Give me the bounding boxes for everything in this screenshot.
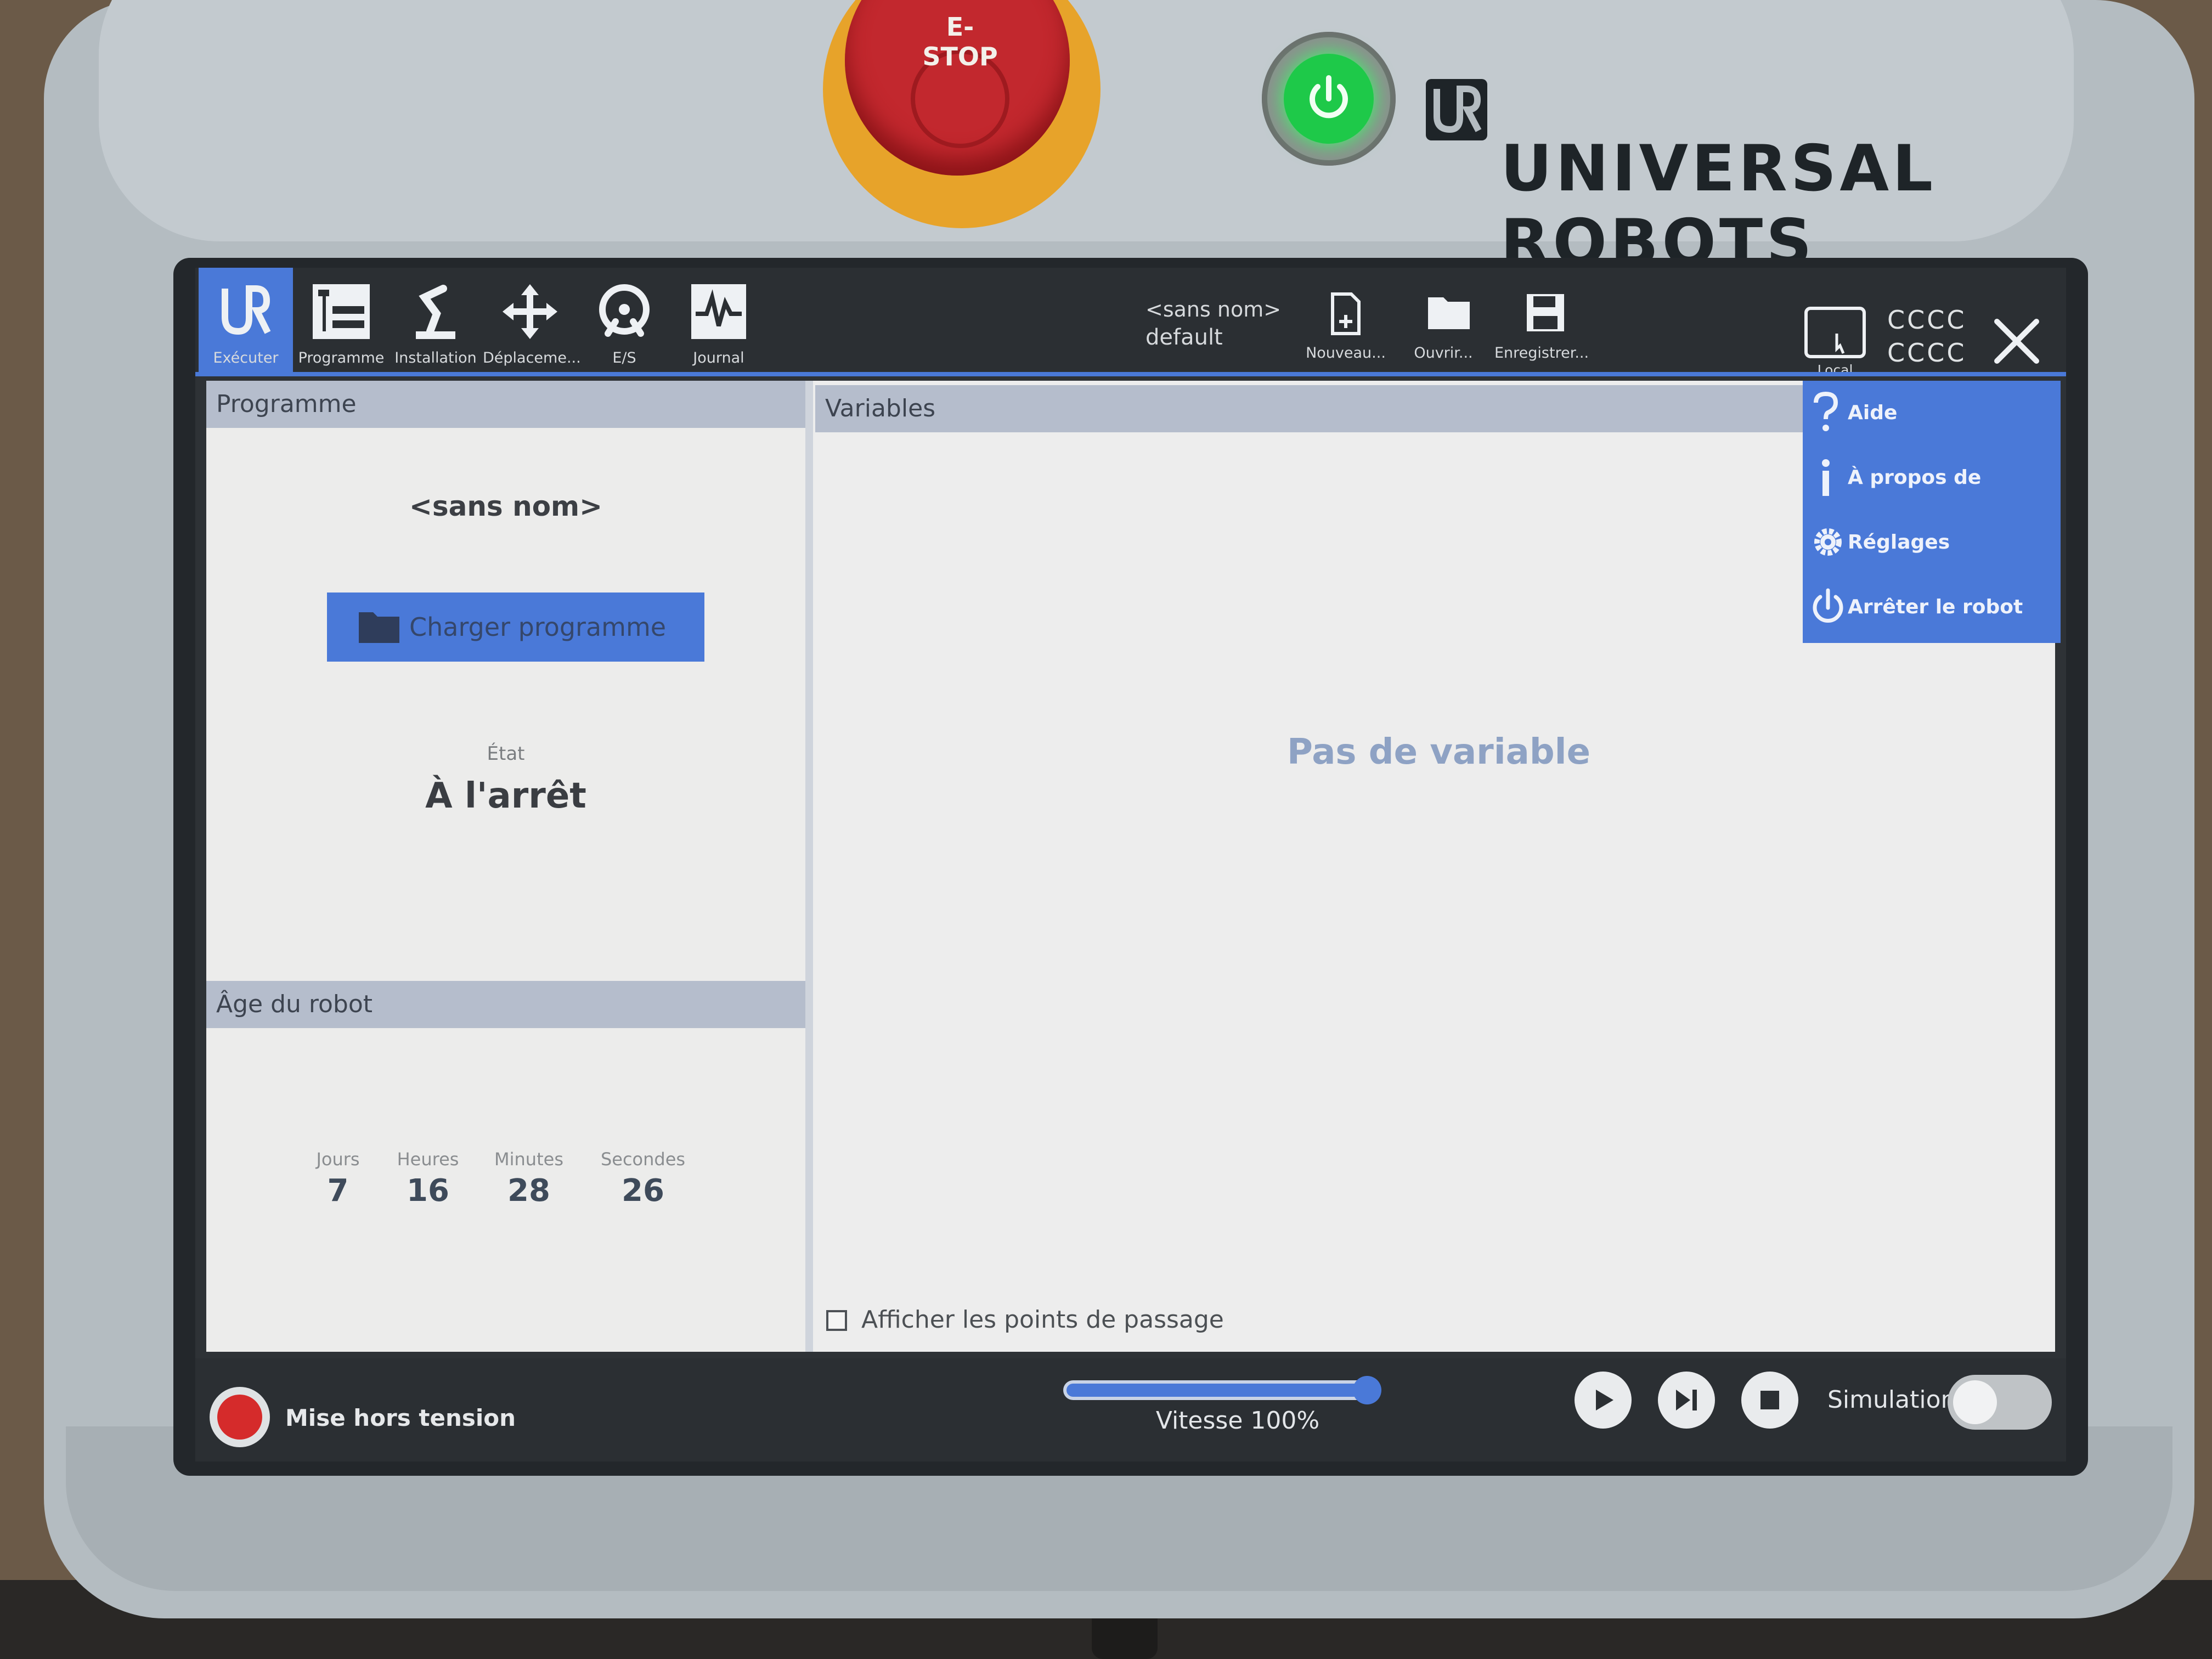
power-off-label: Mise hors tension [285, 1404, 516, 1431]
status-code-line1: CCCC [1887, 305, 1967, 335]
new-file-button[interactable]: Nouveau... [1299, 268, 1392, 372]
age-seconds-value: 26 [622, 1173, 664, 1209]
load-program-button[interactable]: Charger programme [327, 592, 704, 662]
menu-item-settings[interactable]: Réglages [1803, 510, 2061, 574]
simulation-toggle-knob [1953, 1380, 1997, 1424]
tab-label: Installation [394, 349, 477, 366]
main-content: Programme <sans nom> Charger programme É… [206, 381, 2055, 1352]
menu-label: Aide [1848, 402, 1898, 424]
simulation-label: Simulation [1827, 1386, 1956, 1414]
speed-label: Vitesse 100% [1155, 1407, 1320, 1435]
show-waypoints-label: Afficher les points de passage [861, 1306, 1224, 1334]
menu-label: Arrêter le robot [1848, 596, 2023, 618]
program-panel: Programme <sans nom> Charger programme É… [206, 381, 805, 1352]
io-icon [599, 284, 650, 337]
save-file-label: Enregistrer... [1494, 345, 1589, 362]
stop-icon [1760, 1391, 1779, 1409]
speed-slider-fill [1066, 1384, 1367, 1397]
folder-icon [359, 612, 399, 643]
robot-arm-icon [416, 285, 455, 339]
tab-executer[interactable]: Exécuter [199, 268, 293, 372]
program-panel-header: Programme [206, 381, 805, 428]
robot-age-header: Âge du robot [206, 981, 805, 1028]
menu-item-shutdown[interactable]: Arrêter le robot [1803, 575, 2061, 639]
touch-screen: Exécuter Programme Installation Déplacem… [195, 268, 2066, 1462]
age-hours: Heures 16 [373, 1149, 483, 1209]
age-hours-value: 16 [407, 1173, 449, 1209]
age-seconds-label: Secondes [600, 1149, 686, 1170]
speed-slider-handle[interactable] [1353, 1376, 1381, 1404]
tab-label: Journal [693, 349, 744, 366]
close-icon[interactable] [1989, 314, 2044, 369]
menu-label: Réglages [1848, 531, 1950, 554]
bottom-bar: Mise hors tension Vitesse 100% Simulatio… [195, 1358, 2066, 1462]
tab-journal[interactable]: Journal [672, 268, 766, 372]
toolbar-accent-line [195, 372, 2066, 376]
no-variables-message: Pas de variable [1287, 732, 1590, 772]
new-file-icon [1331, 292, 1361, 335]
tab-es[interactable]: E/S [577, 268, 672, 372]
play-button[interactable] [1575, 1372, 1632, 1429]
open-file-button[interactable]: Ouvrir... [1397, 268, 1490, 372]
estop-label: E-STOP [922, 12, 998, 71]
loaded-program-name: <sans nom> [1146, 297, 1282, 321]
power-icon [1813, 588, 1843, 623]
menu-item-about[interactable]: À propos de [1803, 445, 2061, 509]
settings-menu: Aide À propos de Réglages Arrêter le rob… [1803, 381, 2061, 643]
state-label: État [487, 743, 525, 765]
step-button[interactable] [1658, 1372, 1715, 1429]
power-off-indicator-icon [217, 1395, 262, 1440]
question-icon [1814, 392, 1838, 431]
save-file-button[interactable]: Enregistrer... [1494, 268, 1589, 372]
age-minutes-label: Minutes [494, 1149, 563, 1170]
folder-icon [1428, 297, 1470, 329]
simulation-toggle[interactable] [1948, 1375, 2052, 1430]
info-icon [1822, 459, 1830, 496]
panel-divider [805, 381, 813, 1352]
tab-label: Déplaceme... [483, 349, 581, 366]
local-mode-icon [1804, 307, 1866, 358]
ur-logo-icon [222, 285, 271, 335]
program-tree-icon [313, 284, 370, 339]
age-hours-label: Heures [397, 1149, 459, 1170]
menu-item-help[interactable]: Aide [1803, 381, 2061, 444]
step-icon [1676, 1390, 1697, 1410]
age-minutes-value: 28 [507, 1173, 550, 1209]
state-value: À l'arrêt [425, 776, 586, 816]
save-icon [1527, 294, 1564, 331]
show-waypoints-checkbox[interactable] [826, 1310, 847, 1331]
program-name: <sans nom> [409, 490, 603, 522]
power-led-icon [1284, 54, 1374, 144]
tab-installation[interactable]: Installation [388, 268, 483, 372]
load-program-label: Charger programme [409, 612, 667, 642]
age-seconds: Secondes 26 [588, 1149, 698, 1209]
stop-button[interactable] [1741, 1372, 1798, 1429]
ur-brand-logo-icon [1426, 79, 1487, 140]
local-mode-button[interactable]: Local [1794, 268, 1876, 378]
speed-slider[interactable] [1063, 1376, 1381, 1404]
tab-label: Exécuter [213, 349, 279, 366]
gear-icon [1814, 528, 1842, 556]
log-wave-icon [691, 284, 746, 339]
age-minutes: Minutes 28 [474, 1149, 584, 1209]
menu-label: À propos de [1848, 466, 1982, 489]
variables-panel-header: Variables [815, 385, 1808, 432]
top-toolbar: Exécuter Programme Installation Déplacem… [195, 268, 2066, 378]
installation-name: default [1146, 325, 1223, 350]
open-file-label: Ouvrir... [1414, 345, 1473, 362]
power-off-button[interactable] [210, 1387, 270, 1447]
play-icon [1596, 1390, 1613, 1410]
tab-programme[interactable]: Programme [294, 268, 388, 372]
move-arrows-icon [503, 284, 557, 339]
tab-label: Programme [298, 349, 385, 366]
tab-label: E/S [612, 349, 636, 366]
new-file-label: Nouveau... [1306, 345, 1386, 362]
tab-deplacement[interactable]: Déplaceme... [483, 268, 581, 372]
status-code-line2: CCCC [1887, 338, 1967, 368]
